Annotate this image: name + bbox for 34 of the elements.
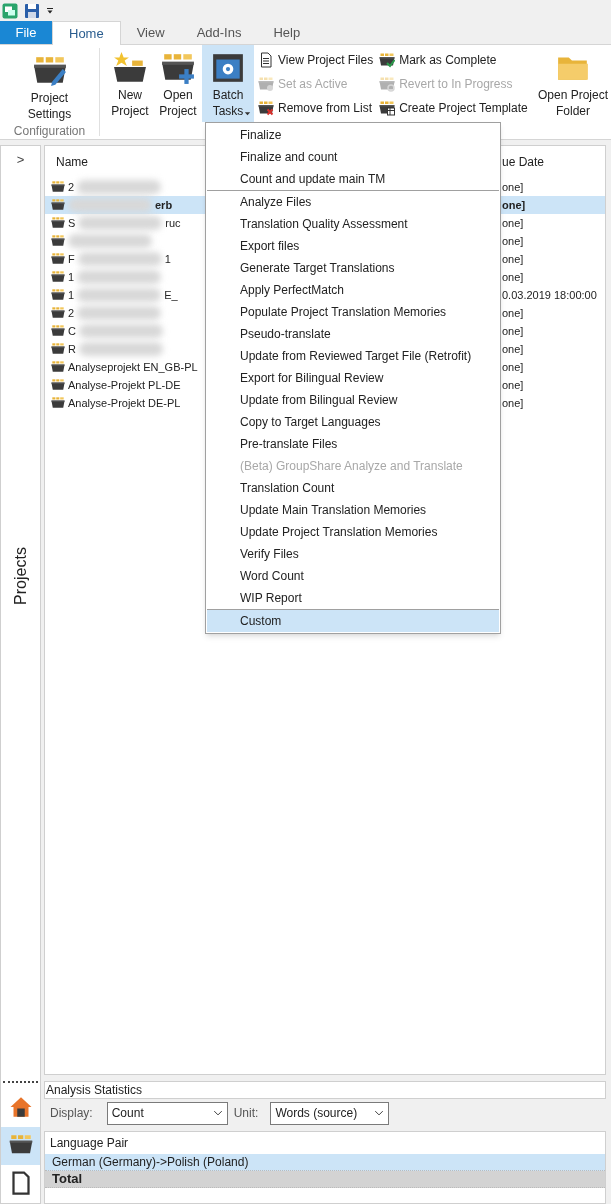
project-name: S: [68, 215, 76, 231]
table-cell-text: one]: [501, 305, 525, 321]
table-cell-text: one]: [501, 215, 525, 231]
project-name: F: [68, 251, 75, 267]
panel-title: Analysis Statistics: [44, 1081, 606, 1099]
table-cell-text: one]: [501, 251, 525, 267]
table-cell-text: one]: [501, 179, 525, 195]
project-name: 1: [68, 287, 75, 303]
field-label: Unit:: [233, 1105, 259, 1122]
table-cell-text: one]: [501, 341, 525, 357]
project-name: R: [68, 341, 76, 357]
table-cell-text: one]: [501, 233, 525, 249]
project-name: 1: [68, 269, 75, 285]
panel-title: Projects: [10, 546, 30, 605]
table-cell-text: 0.03.2019 18:00:00: [501, 287, 598, 303]
project-name: Analyseprojekt EN_GB-PL: [68, 359, 198, 375]
group-label: Configuration: [13, 123, 86, 140]
table-cell-text: one]: [501, 269, 525, 285]
column-header: Language Pair: [49, 1135, 130, 1152]
field-label: Display:: [50, 1105, 93, 1122]
table-cell-text: one]: [501, 197, 527, 213]
project-name: 1: [164, 251, 171, 267]
project-name: Analyse-Projekt PL-DE: [68, 377, 181, 393]
project-name: E_: [164, 287, 178, 303]
project-name: erb: [155, 197, 173, 213]
project-name: C: [68, 323, 76, 339]
table-cell-text: one]: [501, 395, 525, 411]
project-name: 2: [68, 179, 75, 195]
project-name: ruc: [165, 215, 181, 231]
table-cell-text: one]: [501, 377, 525, 393]
project-name: Analyse-Projekt DE-PL: [68, 395, 181, 411]
table-cell-text: one]: [501, 323, 525, 339]
project-name: 2: [68, 305, 75, 321]
table-cell-text: one]: [501, 359, 525, 375]
